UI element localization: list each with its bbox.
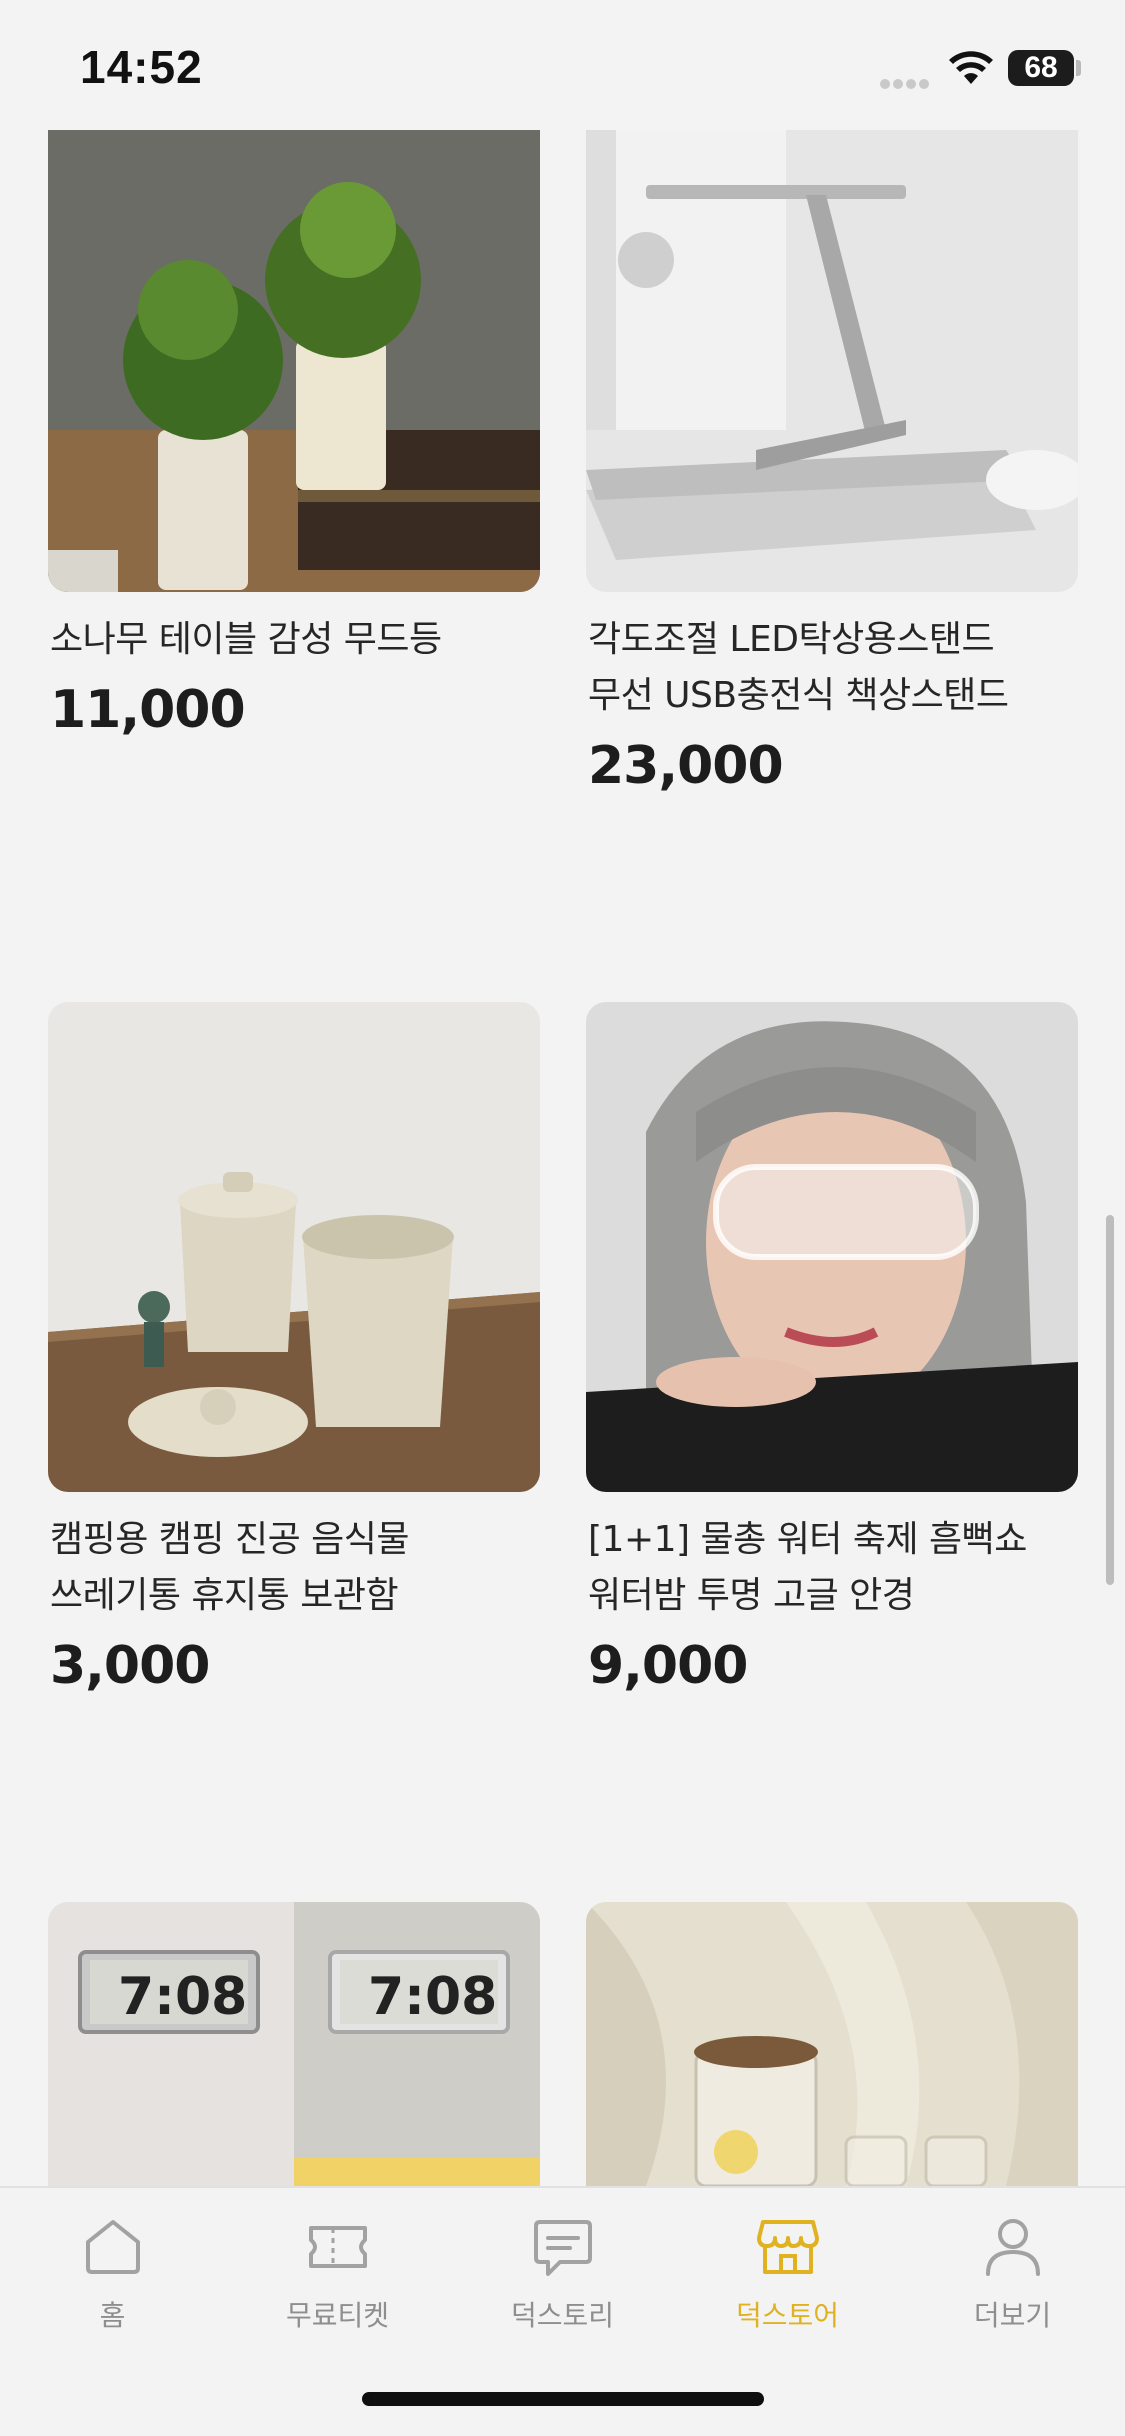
- battery-cap: [1076, 60, 1081, 76]
- product-price: 23,000: [588, 736, 784, 796]
- battery-icon: 68: [1008, 50, 1074, 86]
- home-icon: [86, 2220, 140, 2274]
- tab-more[interactable]: 더보기: [900, 2188, 1125, 2338]
- chat-bubble-icon: [534, 2220, 592, 2276]
- home-indicator[interactable]: [362, 2392, 764, 2406]
- product-card[interactable]: 소나무 테이블 감성 무드등 11,000: [48, 130, 540, 740]
- digital-clock-image[interactable]: 7:08 7:08: [48, 1902, 540, 2186]
- product-card[interactable]: [1+1] 물총 워터 축제 흠뻑쇼 워터밤 투명 고글 안경 9,000: [586, 1002, 1078, 1696]
- tab-label: 덕스토리: [510, 2299, 615, 2332]
- product-card[interactable]: 캠핑용 캠핑 진공 음식물 쓰레기통 휴지통 보관함 3,000: [48, 1002, 540, 1696]
- tab-duck-story[interactable]: 덕스토리: [450, 2188, 675, 2338]
- status-bar: 14:52 68: [0, 0, 1125, 130]
- product-title[interactable]: 소나무 테이블 감성 무드등: [48, 612, 540, 668]
- svg-text:7:08: 7:08: [118, 1967, 247, 2027]
- tab-label: 더보기: [973, 2299, 1052, 2332]
- wifi-icon: [949, 51, 993, 84]
- svg-text:7:08: 7:08: [368, 1967, 497, 2027]
- product-price: 9,000: [588, 1636, 748, 1696]
- tab-label: 덕스토어: [735, 2299, 840, 2332]
- tab-label: 홈: [99, 2299, 126, 2332]
- tab-label: 무료티켓: [285, 2299, 390, 2332]
- pine-lamp-image[interactable]: [48, 130, 540, 592]
- product-card[interactable]: 각도조절 LED탁상용스탠드 무선 USB충전식 책상스탠드 23,000: [586, 130, 1078, 796]
- cellular-signal-icon: [880, 74, 932, 93]
- product-title[interactable]: 캠핑용 캠핑 진공 음식물 쓰레기통 휴지통 보관함: [48, 1512, 540, 1624]
- led-desk-stand-image[interactable]: [586, 130, 1078, 592]
- person-icon: [986, 2219, 1040, 2276]
- trash-bin-image[interactable]: [48, 1002, 540, 1492]
- product-price: 3,000: [50, 1636, 210, 1696]
- tab-duck-store[interactable]: 덕스토어: [675, 2188, 900, 2338]
- scrollbar[interactable]: [1106, 1215, 1114, 1585]
- status-time: 14:52: [80, 41, 203, 93]
- product-card[interactable]: [586, 1902, 1078, 2186]
- product-title[interactable]: 각도조절 LED탁상용스탠드 무선 USB충전식 책상스탠드: [586, 612, 1078, 724]
- product-title[interactable]: [1+1] 물총 워터 축제 흠뻑쇼 워터밤 투명 고글 안경: [586, 1512, 1078, 1624]
- store-icon: [757, 2220, 819, 2274]
- glass-pitcher-image[interactable]: [586, 1902, 1078, 2186]
- goggles-model-image[interactable]: [586, 1002, 1078, 1492]
- ticket-icon: [309, 2226, 367, 2268]
- product-price: 11,000: [50, 680, 246, 740]
- product-card[interactable]: 7:08 7:08: [48, 1902, 540, 2186]
- tab-free-ticket[interactable]: 무료티켓: [225, 2188, 450, 2338]
- tab-home[interactable]: 홈: [0, 2188, 225, 2338]
